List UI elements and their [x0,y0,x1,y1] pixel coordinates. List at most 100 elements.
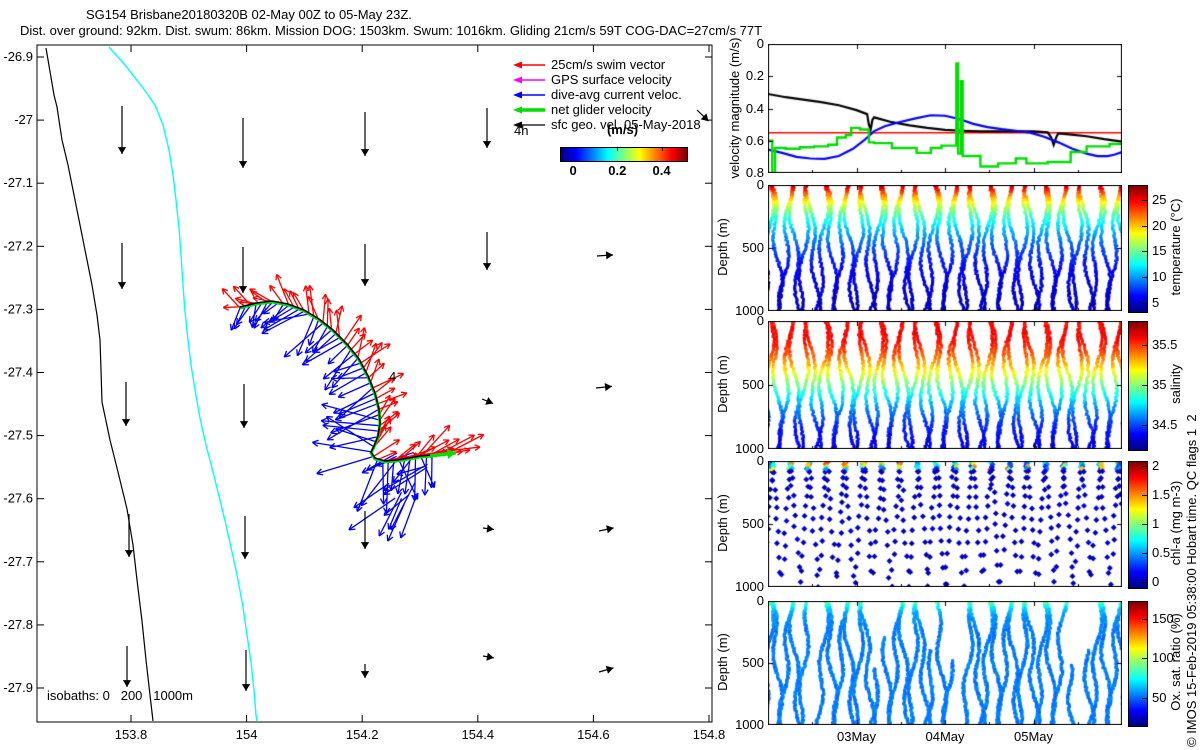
sfc-geo-vel-arrow-head [361,671,369,678]
dive-avg-current-arrow-head [396,488,398,494]
temperature-colorbar-tick [1142,200,1147,201]
oxygen-colorbar-tick [1142,619,1147,620]
dive-avg-current-arrow-head [400,531,401,537]
swim-vector-arrow-head [276,274,277,280]
isobath-1000m [109,47,257,721]
salinity-panel-canvas [768,321,1122,449]
map-xtick-label: 154.6 [577,727,610,742]
swim-vector-arrow-head [474,445,480,447]
sfc-geo-vel-arrow-head [125,550,133,557]
dive-avg-current-arrow [415,458,416,501]
map-ytick-label: -27.5 [3,428,33,443]
dive-avg-current-arrow-head [330,448,336,450]
sfc-geo-vel-arrow-head [361,149,369,156]
map-ytick-label: -27.6 [3,491,33,506]
legend-item: dive-avg current veloc. [511,87,711,102]
dive-avg-current-arrow [331,378,368,379]
swim-vector-arrow-head [342,306,344,312]
salinity-colorbar-tick [1142,385,1147,386]
map-ytick-label: -27.3 [3,301,33,316]
swim-vector-arrow-head [390,451,396,452]
dive-avg-current-arrow-head [388,523,389,529]
chl-a-colorbar-tick [1142,582,1147,583]
map-xtick-label: 154 [236,727,258,742]
map-legend: 25cm/s swim vectorGPS surface velocitydi… [511,57,711,132]
salinity-colorbar-tick [1142,425,1147,426]
legend-colorbar-tick-label: 0.2 [602,164,632,178]
date-tick-label: 05May [999,730,1069,744]
sfc-geo-vel-arrow-head [486,653,493,661]
swim-vector-arrow-head [376,343,377,349]
sfc-geo-vel-arrow-head [239,161,247,168]
legend-item: net glider velocity [511,102,711,117]
dive-avg-current-arrow-head [339,414,345,415]
dive-avg-current-arrow-head [312,440,318,442]
chl-a-colorbar-tick [1142,495,1147,496]
swim-vector-arrow [277,274,289,305]
legend-item: GPS surface velocity [511,72,711,87]
map-xtick-label: 153.8 [115,727,148,742]
dive-avg-current-arrow [425,456,427,495]
legend-item-label: GPS surface velocity [551,72,672,87]
swim-vector-arrow-head [384,344,390,345]
velocity-colorbar [560,147,688,162]
legend-colorbar-tick-label: 0.4 [647,164,677,178]
legend-colorbar-tick [662,147,663,151]
date-tick-label: 04May [910,730,980,744]
sfc-geo-vel-arrow-head [483,263,491,270]
dive-number-annotation: 4 [389,369,396,384]
sfc-geo-vel-arrow-head [606,251,613,259]
sfc-geo-vel-arrow-head [122,419,130,426]
sfc-geo-vel-arrow-head [118,147,126,154]
dive-avg-current-arrow-head [349,529,355,530]
temperature-colorbar-tick [1142,226,1147,227]
legend-arrow-icon [511,74,547,86]
map-ytick-label: -27.1 [3,175,33,190]
swim-vector-arrow-head [401,392,407,393]
chl-a-colorbar-tick [1142,553,1147,554]
dive-avg-current-arrow-head [308,339,309,345]
oxygen-colorbar-label: Ox. sat. ratio (%) [1169,552,1183,750]
sfc-geo-vel-arrow-head [239,286,247,293]
sfc-geo-vel-arrow-head [487,524,494,532]
dive-avg-current-arrow-head [354,507,360,508]
velocity-panel-canvas [768,44,1122,173]
swim-vector-arrow-head [270,285,271,291]
map-ytick-label: -27.4 [3,365,33,380]
sfc-geo-vel-arrow-head [242,684,250,691]
sfc-geo-vel-arrow-head [483,141,491,148]
sfc-geo-vel-arrow-head [361,279,369,286]
legend-item: 25cm/s swim vector [511,57,711,72]
oxygen-panel-canvas [768,601,1122,725]
salinity-colorbar-tick [1142,345,1147,346]
temperature-colorbar [1128,185,1148,313]
temperature-colorbar-tick [1142,277,1147,278]
dive-avg-current-arrow [297,317,313,356]
temperature-colorbar-tick [1142,303,1147,304]
dive-avg-current-arrow-head [297,349,298,355]
dive-avg-current-arrow [383,461,384,504]
legend-arrow-icon [511,89,547,101]
glider-mission-figure: SG154 Brisbane20180320B 02-May 00Z to 05… [0,0,1200,750]
dive-avg-current-arrow [312,442,371,451]
dive-avg-current-arrow-head [403,488,405,494]
oxygen-colorbar-tick [1142,658,1147,659]
legend-item-label: dive-avg current veloc. [551,87,682,102]
map-xtick-label: 154.2 [346,727,379,742]
swim-vector-arrow-head [303,286,305,292]
swim-vector-arrow-head [379,359,380,365]
legend-colorbar-tick [617,147,618,151]
dive-avg-current-arrow-head [335,420,341,421]
map-ytick-label: -27.8 [3,617,33,632]
legend-timestep: 4h [514,124,528,138]
isobath-200m [46,48,153,721]
dive-avg-current-arrow-head [334,372,340,373]
swim-vector-arrow-head [235,297,241,298]
sfc-geo-vel-arrow-head [606,666,614,674]
map-ytick-label: -26.9 [3,49,33,64]
chl-a-panel-canvas [768,461,1122,587]
map-ytick-label: -27.9 [3,680,33,695]
sfc-geo-vel-arrow-head [118,282,126,289]
isobaths-caption: isobaths: 0 200 1000m [47,689,193,703]
chl-a-colorbar-tick [1142,524,1147,525]
